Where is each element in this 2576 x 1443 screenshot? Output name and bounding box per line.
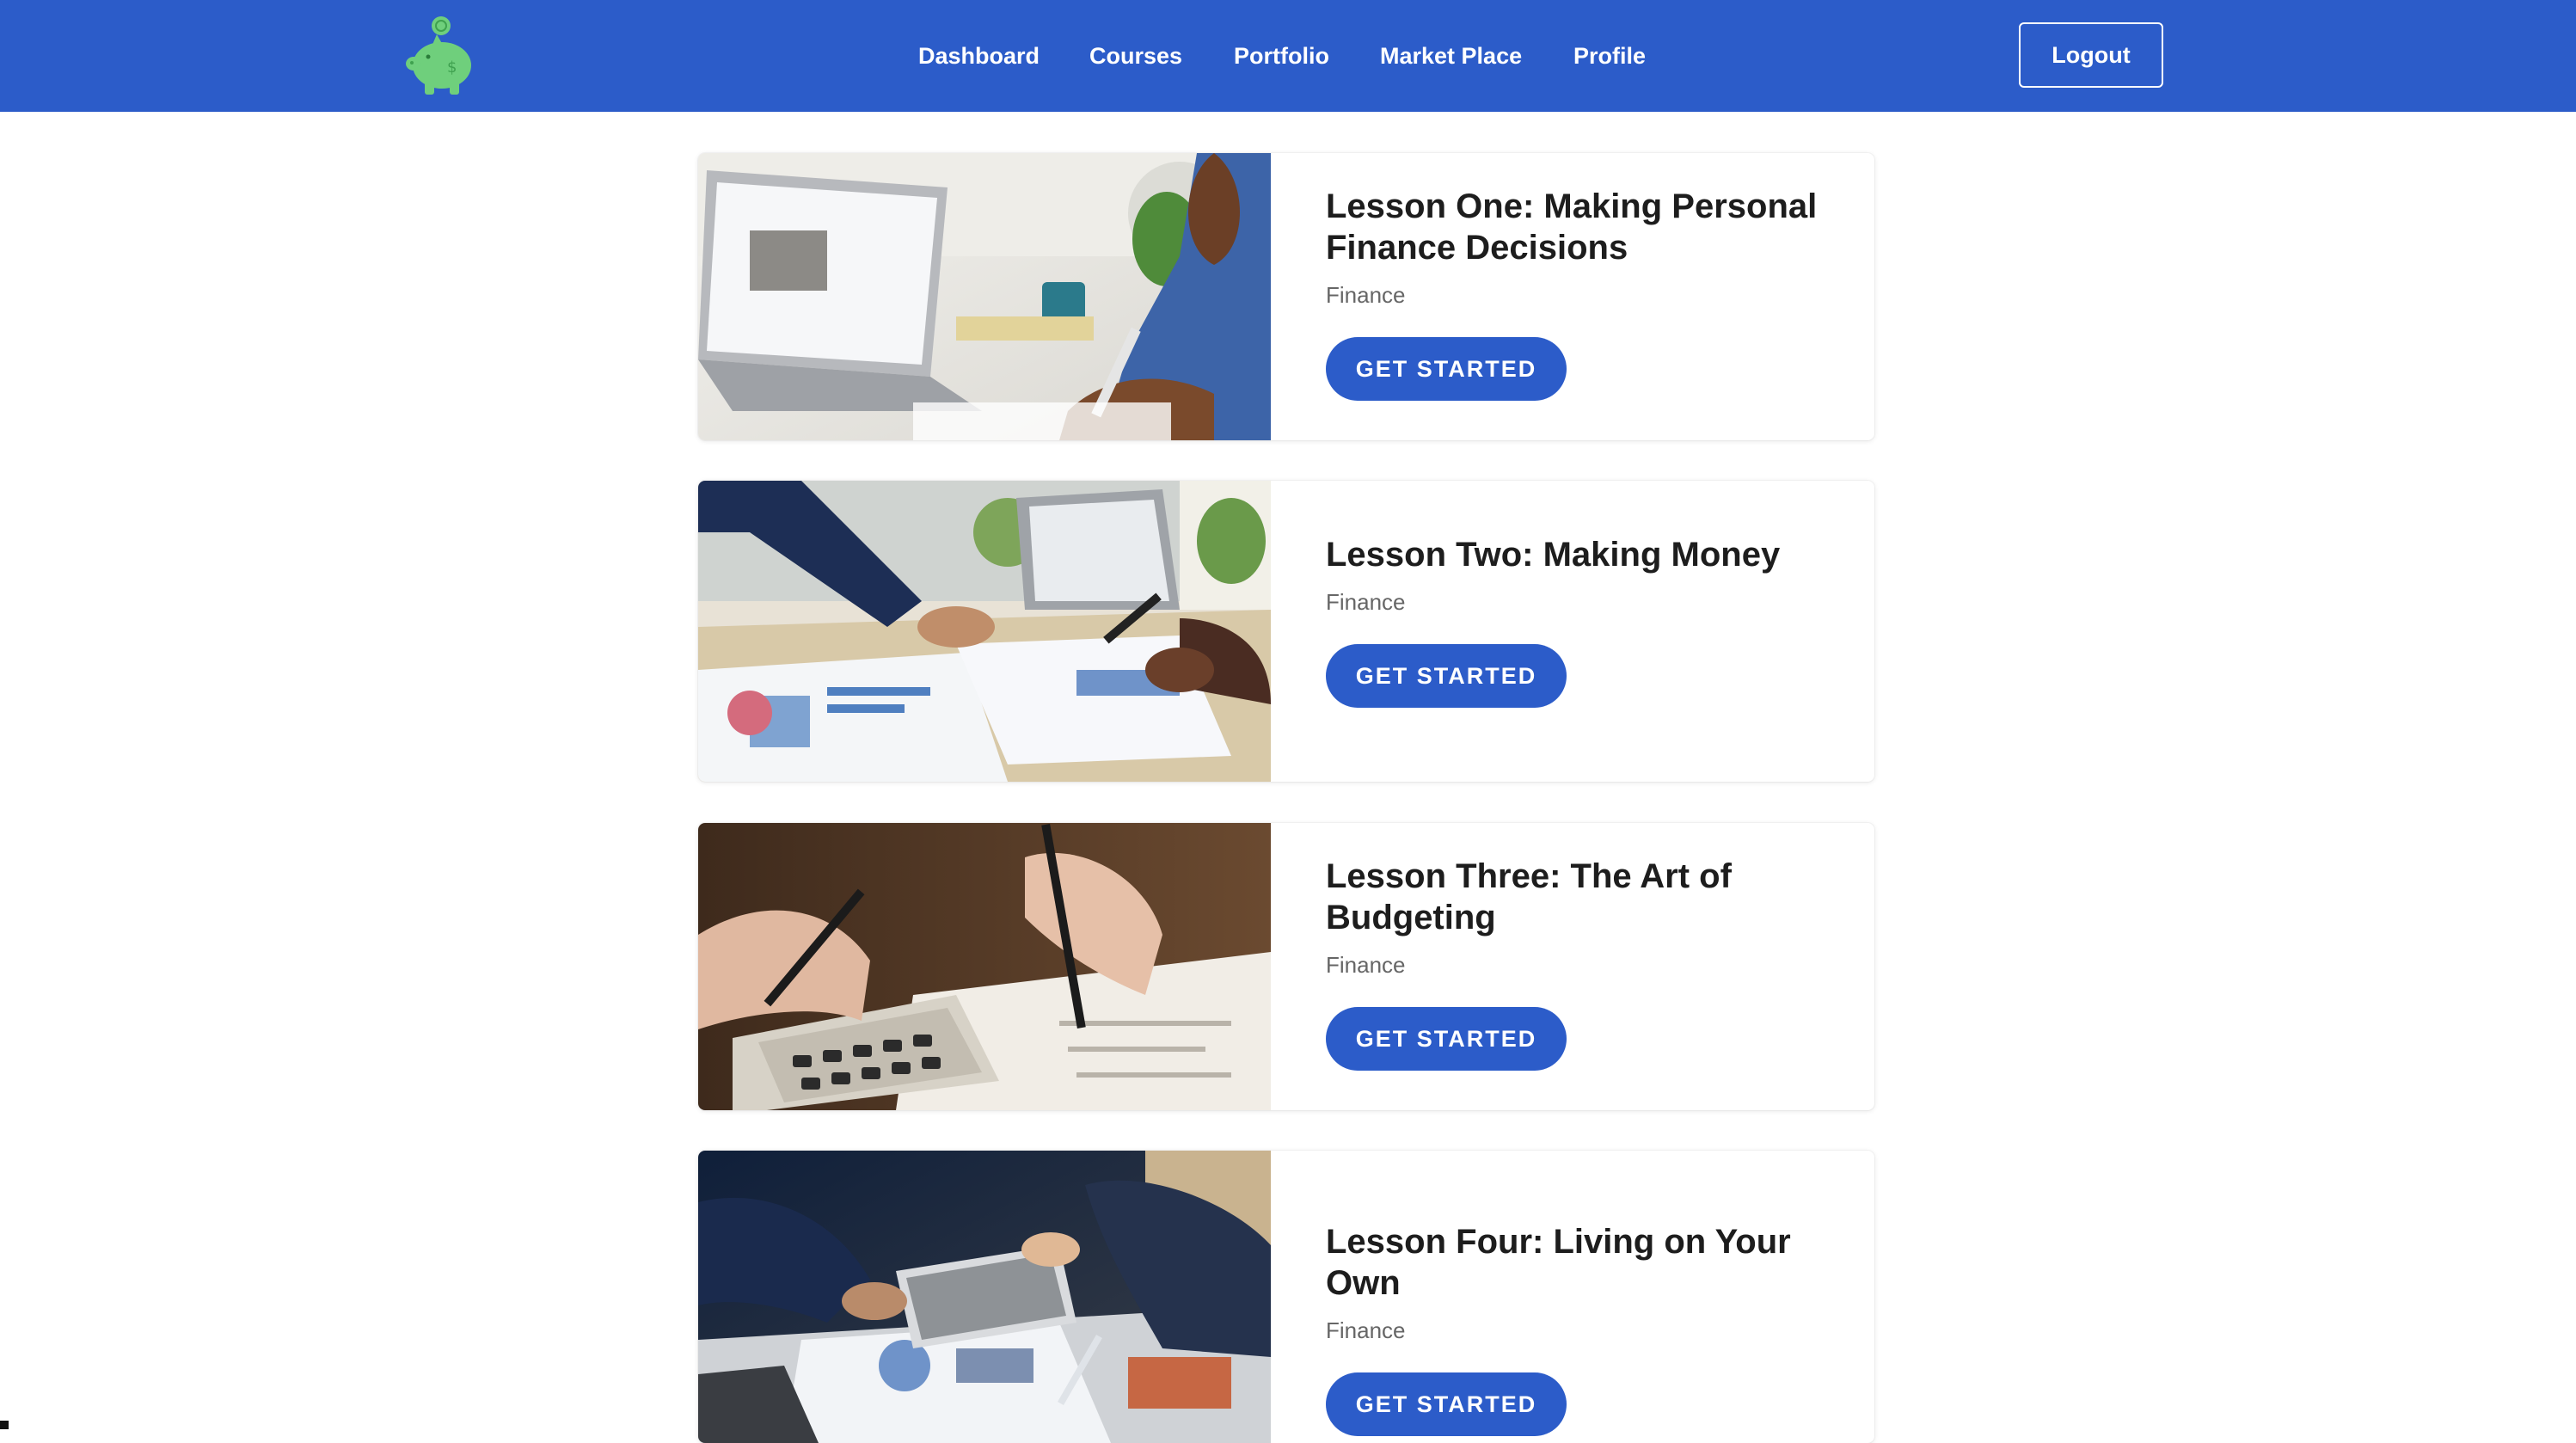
nav-portfolio[interactable]: Portfolio — [1234, 0, 1329, 112]
nav-profile[interactable]: Profile — [1573, 0, 1646, 112]
lesson-title: Lesson Four: Living on Your Own — [1326, 1223, 1791, 1302]
lesson-card: Lesson Three: The Art of Budgeting Finan… — [698, 823, 1874, 1110]
lesson-card-body: Lesson Two: Making Money Finance GET STA… — [1326, 534, 1849, 708]
lesson-title: Lesson Two: Making Money — [1326, 536, 1781, 574]
top-navbar: $ Dashboard Courses Portfolio Market Pla… — [0, 0, 2576, 112]
lesson-category: Finance — [1326, 282, 1406, 308]
nav-market-place[interactable]: Market Place — [1380, 0, 1522, 112]
lesson-title: Lesson One: Making Personal Finance Deci… — [1326, 187, 1818, 267]
get-started-button[interactable]: GET STARTED — [1326, 1007, 1567, 1071]
lesson-title: Lesson Three: The Art of Budgeting — [1326, 857, 1732, 936]
get-started-button[interactable]: GET STARTED — [1326, 644, 1567, 708]
nav-courses[interactable]: Courses — [1089, 0, 1182, 112]
lesson-category: Finance — [1326, 952, 1406, 978]
lesson-card: Lesson One: Making Personal Finance Deci… — [698, 153, 1874, 440]
lesson-category: Finance — [1326, 1317, 1406, 1343]
logout-button[interactable]: Logout — [2019, 22, 2163, 88]
nav-dashboard[interactable]: Dashboard — [918, 0, 1040, 112]
window-corner — [0, 1421, 9, 1429]
lesson-image[interactable] — [698, 481, 1271, 782]
lesson-image[interactable] — [698, 1151, 1271, 1443]
lesson-card-body: Lesson Four: Living on Your Own Finance … — [1326, 1221, 1849, 1436]
lesson-image[interactable] — [698, 823, 1271, 1110]
svg-text:$: $ — [447, 58, 457, 77]
get-started-button[interactable]: GET STARTED — [1326, 337, 1567, 401]
piggy-bank-icon[interactable]: $ — [402, 14, 480, 96]
lesson-card-body: Lesson Three: The Art of Budgeting Finan… — [1326, 856, 1849, 1071]
lesson-card: Lesson Four: Living on Your Own Finance … — [698, 1151, 1874, 1443]
lesson-category: Finance — [1326, 589, 1406, 615]
lesson-card-body: Lesson One: Making Personal Finance Deci… — [1326, 186, 1849, 401]
get-started-button[interactable]: GET STARTED — [1326, 1372, 1567, 1436]
lesson-image[interactable] — [698, 153, 1271, 440]
lesson-card: Lesson Two: Making Money Finance GET STA… — [698, 481, 1874, 782]
